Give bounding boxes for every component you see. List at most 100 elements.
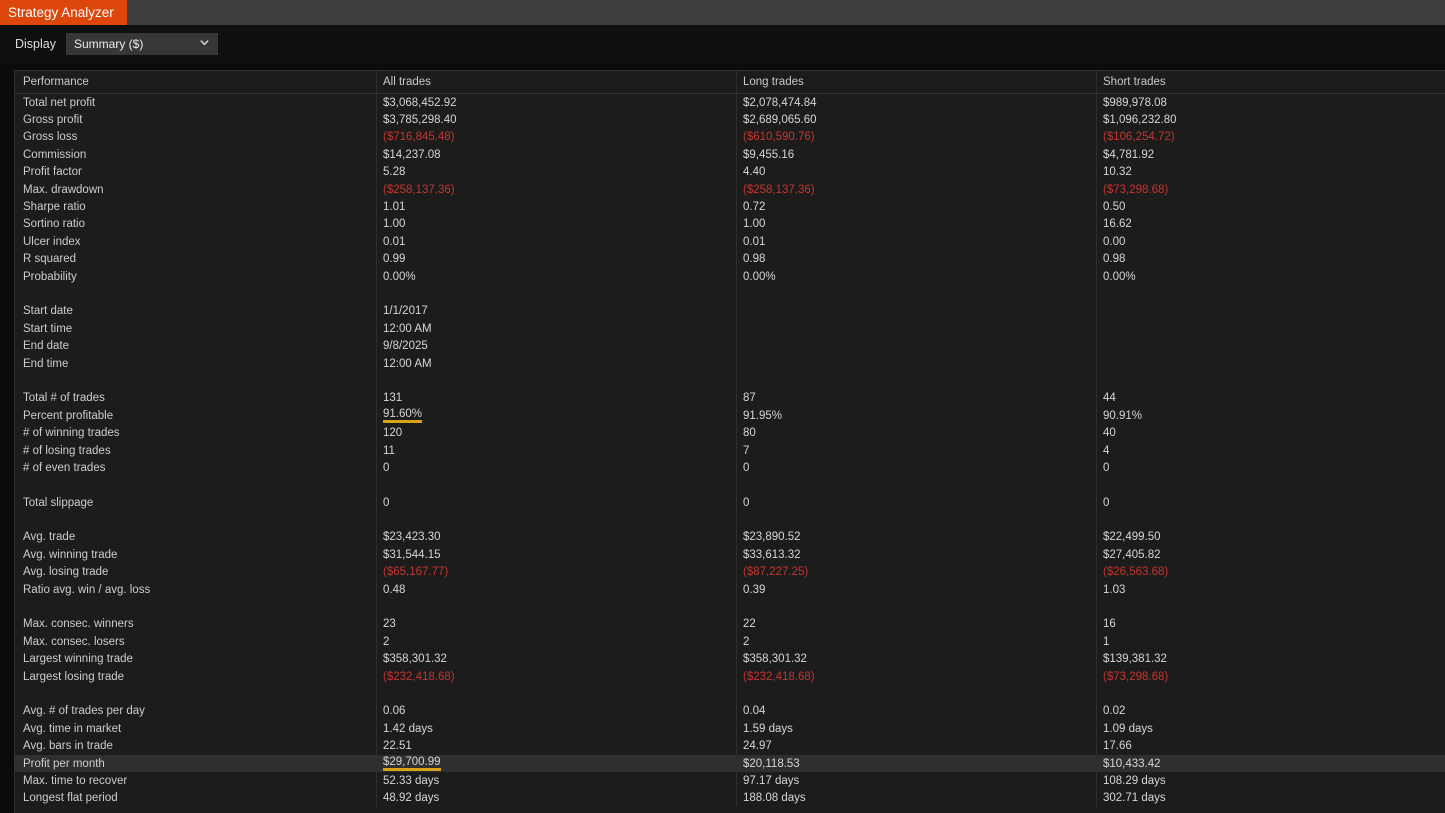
table-cell: ($73,298.68): [1096, 181, 1445, 198]
table-cell: 0.99: [376, 251, 736, 268]
table-row[interactable]: End time12:00 AM: [15, 355, 1445, 372]
table-cell: Sharpe ratio: [15, 198, 376, 215]
table-cell: [736, 598, 1096, 615]
table-cell: Avg. losing trade: [15, 564, 376, 581]
table-cell: 0.00%: [736, 268, 1096, 285]
table-header-row: Performance All trades Long trades Short…: [15, 71, 1445, 94]
table-cell: ($258,137.36): [376, 181, 736, 198]
table-row[interactable]: [15, 685, 1445, 702]
table-cell: [15, 598, 376, 615]
table-cell: Max. consec. losers: [15, 633, 376, 650]
table-row[interactable]: # of losing trades1174: [15, 442, 1445, 459]
table-row[interactable]: # of winning trades1208040: [15, 424, 1445, 441]
table-row[interactable]: Largest losing trade($232,418.68)($232,4…: [15, 668, 1445, 685]
table-row[interactable]: Profit per month$29,700.99$20,118.53$10,…: [15, 755, 1445, 772]
display-dropdown[interactable]: Summary ($): [66, 33, 218, 55]
table-cell: 1.59 days: [736, 720, 1096, 737]
table-cell: 0.00%: [376, 268, 736, 285]
table-cell: [1096, 685, 1445, 702]
table-row[interactable]: [15, 598, 1445, 615]
table-row[interactable]: Sortino ratio1.001.0016.62: [15, 216, 1445, 233]
table-row[interactable]: R squared0.990.980.98: [15, 251, 1445, 268]
table-cell: Profit factor: [15, 164, 376, 181]
table-cell: [736, 685, 1096, 702]
table-cell: $22,499.50: [1096, 529, 1445, 546]
table-row[interactable]: Max. drawdown($258,137.36)($258,137.36)(…: [15, 181, 1445, 198]
table-row[interactable]: Avg. time in market1.42 days1.59 days1.0…: [15, 720, 1445, 737]
table-cell: [1096, 372, 1445, 389]
table-row[interactable]: Ratio avg. win / avg. loss0.480.391.03: [15, 581, 1445, 598]
table-cell: [1096, 320, 1445, 337]
column-header-performance[interactable]: Performance: [15, 71, 376, 93]
table-cell: [15, 372, 376, 389]
table-row[interactable]: Gross loss($716,845.48)($610,590.76)($10…: [15, 129, 1445, 146]
table-cell: # of winning trades: [15, 424, 376, 441]
column-header-long-trades[interactable]: Long trades: [736, 71, 1096, 93]
table-cell: [736, 372, 1096, 389]
table-row[interactable]: Avg. trade$23,423.30$23,890.52$22,499.50: [15, 529, 1445, 546]
table-cell: 0.98: [1096, 251, 1445, 268]
table-cell: 40: [1096, 424, 1445, 441]
table-row[interactable]: Longest flat period48.92 days188.08 days…: [15, 790, 1445, 807]
table-cell: Ratio avg. win / avg. loss: [15, 581, 376, 598]
table-row[interactable]: [15, 285, 1445, 302]
table-cell: 1.00: [376, 216, 736, 233]
table-row[interactable]: Total # of trades1318744: [15, 390, 1445, 407]
table-row[interactable]: Probability0.00%0.00%0.00%: [15, 268, 1445, 285]
table-row[interactable]: Max. consec. winners232216: [15, 616, 1445, 633]
table-row[interactable]: [15, 477, 1445, 494]
table-cell: 16.62: [1096, 216, 1445, 233]
table-cell: $3,785,298.40: [376, 111, 736, 128]
table-cell: 0.02: [1096, 703, 1445, 720]
table-row[interactable]: Avg. winning trade$31,544.15$33,613.32$2…: [15, 546, 1445, 563]
table-cell: [1096, 355, 1445, 372]
table-cell: $31,544.15: [376, 546, 736, 563]
table-cell: 10.32: [1096, 164, 1445, 181]
table-cell: [736, 303, 1096, 320]
table-row[interactable]: Max. time to recover52.33 days97.17 days…: [15, 772, 1445, 789]
table-row[interactable]: Profit factor5.284.4010.32: [15, 164, 1445, 181]
table-cell: 2: [736, 633, 1096, 650]
table-cell: End time: [15, 355, 376, 372]
table-cell: 87: [736, 390, 1096, 407]
table-row[interactable]: Avg. # of trades per day0.060.040.02: [15, 703, 1445, 720]
table-cell: [1096, 285, 1445, 302]
table-cell: Ulcer index: [15, 233, 376, 250]
table-cell: 0.04: [736, 703, 1096, 720]
table-row[interactable]: Gross profit$3,785,298.40$2,689,065.60$1…: [15, 111, 1445, 128]
tab-strategy-analyzer[interactable]: Strategy Analyzer: [0, 0, 127, 25]
table-cell: Largest winning trade: [15, 651, 376, 668]
table-row[interactable]: End date9/8/2025: [15, 337, 1445, 354]
table-row[interactable]: Avg. losing trade($65,167.77)($87,227.25…: [15, 564, 1445, 581]
table-cell: 0: [376, 459, 736, 476]
table-row[interactable]: Avg. bars in trade22.5124.9717.66: [15, 737, 1445, 754]
table-cell: $3,068,452.92: [376, 94, 736, 111]
table-row[interactable]: Commission$14,237.08$9,455.16$4,781.92: [15, 146, 1445, 163]
table-cell: [1096, 477, 1445, 494]
table-row[interactable]: # of even trades000: [15, 459, 1445, 476]
display-dropdown-value: Summary ($): [74, 37, 199, 51]
table-cell: 0.98: [736, 251, 1096, 268]
table-row[interactable]: Start date1/1/2017: [15, 303, 1445, 320]
tab-bar: Strategy Analyzer: [0, 0, 1445, 25]
table-row[interactable]: [15, 372, 1445, 389]
table-row[interactable]: [15, 511, 1445, 528]
table-cell: [1096, 511, 1445, 528]
column-header-all-trades[interactable]: All trades: [376, 71, 736, 93]
table-cell: $358,301.32: [376, 651, 736, 668]
table-cell: $33,613.32: [736, 546, 1096, 563]
table-cell: 17.66: [1096, 737, 1445, 754]
table-row[interactable]: Percent profitable91.60%91.95%90.91%: [15, 407, 1445, 424]
table-row[interactable]: Total net profit$3,068,452.92$2,078,474.…: [15, 94, 1445, 111]
performance-table: Performance All trades Long trades Short…: [14, 70, 1445, 813]
table-cell: 0.01: [736, 233, 1096, 250]
table-row[interactable]: Start time12:00 AM: [15, 320, 1445, 337]
column-header-short-trades[interactable]: Short trades: [1096, 71, 1445, 93]
table-row[interactable]: Total slippage000: [15, 494, 1445, 511]
table-row[interactable]: Sharpe ratio1.010.720.50: [15, 198, 1445, 215]
table-cell: 80: [736, 424, 1096, 441]
table-row[interactable]: Largest winning trade$358,301.32$358,301…: [15, 651, 1445, 668]
table-row[interactable]: Max. consec. losers221: [15, 633, 1445, 650]
table-row[interactable]: Ulcer index0.010.010.00: [15, 233, 1445, 250]
table-cell: $10,433.42: [1096, 755, 1445, 772]
